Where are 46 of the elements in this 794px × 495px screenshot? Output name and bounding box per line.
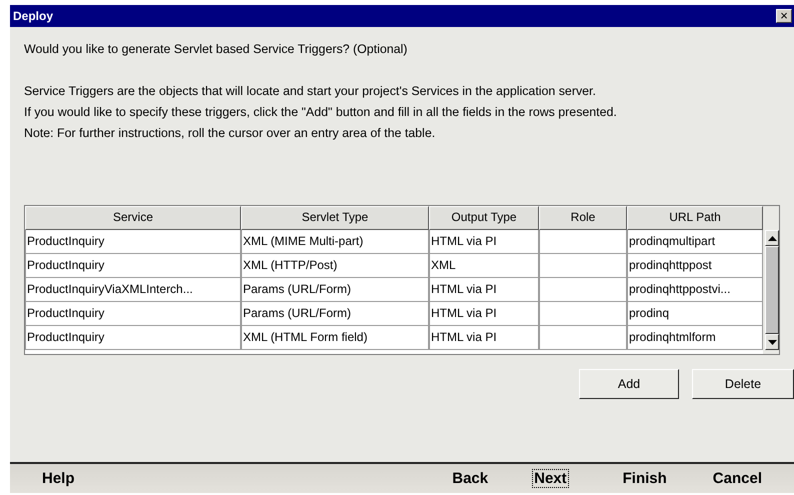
table-cell[interactable] [539, 302, 627, 326]
table-cell[interactable]: prodinqhttppost [627, 254, 763, 278]
footer-button[interactable]: Next [532, 469, 569, 488]
table-cell[interactable]: prodinq [627, 302, 763, 326]
table-cell[interactable]: XML (HTTP/Post) [241, 254, 429, 278]
table-cell[interactable]: ProductInquiryViaXMLInterch... [25, 278, 241, 302]
footer-button[interactable]: Cancel [710, 469, 764, 488]
table-cell[interactable]: HTML via PI [429, 326, 539, 350]
footer-button[interactable]: Help [40, 469, 77, 488]
column-header[interactable]: Output Type [429, 206, 539, 230]
column-header[interactable]: Role [539, 206, 627, 230]
column-header[interactable]: URL Path [627, 206, 763, 230]
table-cell[interactable]: XML (MIME Multi-part) [241, 230, 429, 254]
table-cell[interactable]: ProductInquiry [25, 230, 241, 254]
table-cell[interactable]: XML (HTML Form field) [241, 326, 429, 350]
window-title: Deploy [13, 9, 54, 23]
table-cell[interactable]: XML [429, 254, 539, 278]
description-text: If you would like to specify these triggers, click the "Add" button and fill in all the fields in the rows presented. [24, 104, 618, 121]
table-cell[interactable] [539, 230, 627, 254]
description-text: Service Triggers are the objects that will locate and start your project's Services in the application server. [24, 83, 597, 100]
scrollbar[interactable] [765, 230, 779, 350]
footer-button[interactable]: Finish [620, 469, 669, 488]
table-cell[interactable]: ProductInquiry [25, 302, 241, 326]
table-cell[interactable]: Params (URL/Form) [241, 278, 429, 302]
table-cell[interactable] [539, 326, 627, 350]
add-button[interactable]: Add [579, 369, 679, 399]
table-cell[interactable]: prodinqhttppostvi... [627, 278, 763, 302]
table-cell[interactable]: HTML via PI [429, 230, 539, 254]
description-text: Note: For further instructions, roll the cursor over an entry area of the table. [24, 125, 436, 142]
table-cell[interactable]: HTML via PI [429, 302, 539, 326]
table-cell[interactable]: prodinqhtmlform [627, 326, 763, 350]
table-cell[interactable] [539, 278, 627, 302]
table-cell[interactable] [539, 254, 627, 278]
column-header[interactable]: Service [25, 206, 241, 230]
footer-button[interactable]: Back [450, 469, 490, 488]
table-cell[interactable]: Params (URL/Form) [241, 302, 429, 326]
question-text: Would you like to generate Servlet based Service Triggers? (Optional) [24, 41, 408, 58]
scroll-down-icon[interactable] [765, 334, 779, 350]
table-cell[interactable]: HTML via PI [429, 278, 539, 302]
delete-button[interactable]: Delete [692, 369, 794, 399]
scroll-up-icon[interactable] [765, 230, 779, 246]
close-button[interactable]: × [776, 9, 792, 23]
column-header[interactable]: Servlet Type [241, 206, 429, 230]
table-cell[interactable]: ProductInquiry [25, 254, 241, 278]
table-cell[interactable]: prodinqmultipart [627, 230, 763, 254]
table-cell[interactable]: ProductInquiry [25, 326, 241, 350]
